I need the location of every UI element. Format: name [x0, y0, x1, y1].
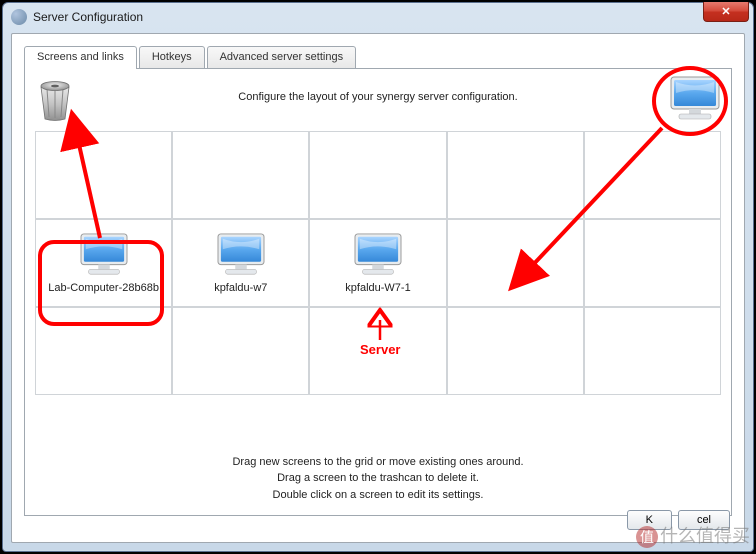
hint-top: Configure the layout of your synergy ser… — [35, 79, 721, 111]
trash-icon[interactable] — [31, 75, 79, 123]
hint-bottom: Drag new screens to the grid or move exi… — [25, 454, 731, 504]
screen-kpfaldu-w7[interactable]: kpfaldu-w7 — [172, 219, 309, 307]
screens-panel: Configure the layout of your synergy ser… — [24, 68, 732, 516]
titlebar[interactable]: Server Configuration ✕ — [3, 3, 753, 30]
grid-cell[interactable] — [447, 307, 584, 395]
monitor-icon — [351, 232, 405, 278]
grid-cell[interactable] — [35, 131, 172, 219]
hint-line: Drag new screens to the grid or move exi… — [25, 454, 731, 471]
grid-cell[interactable] — [35, 307, 172, 395]
close-button[interactable]: ✕ — [703, 2, 749, 22]
window-title: Server Configuration — [33, 10, 749, 24]
hint-line: Double click on a screen to edit its set… — [25, 487, 731, 504]
grid-cell[interactable] — [584, 131, 721, 219]
content-area: Screens and links Hotkeys Advanced serve… — [11, 33, 745, 543]
grid-cell[interactable] — [172, 307, 309, 395]
screen-lab-computer[interactable]: Lab-Computer-28b68b — [35, 219, 172, 307]
window-frame: Server Configuration ✕ Screens and links… — [2, 2, 754, 552]
tab-strip: Screens and links Hotkeys Advanced serve… — [24, 46, 732, 68]
screen-grid[interactable]: Lab-Computer-28b68b kpfaldu-w7 — [35, 131, 721, 395]
grid-cell[interactable] — [309, 307, 446, 395]
tab-screens-and-links[interactable]: Screens and links — [24, 46, 137, 68]
screen-label: kpfaldu-W7-1 — [345, 282, 410, 294]
screen-kpfaldu-w7-1[interactable]: kpfaldu-W7-1 — [309, 219, 446, 307]
screen-label: Lab-Computer-28b68b — [48, 282, 159, 294]
monitor-icon — [77, 232, 131, 278]
grid-cell[interactable] — [447, 219, 584, 307]
grid-cell[interactable] — [172, 131, 309, 219]
grid-cell[interactable] — [584, 219, 721, 307]
screen-label: kpfaldu-w7 — [214, 282, 267, 294]
monitor-icon — [214, 232, 268, 278]
tab-hotkeys[interactable]: Hotkeys — [139, 46, 205, 68]
grid-cell[interactable] — [309, 131, 446, 219]
watermark: 值什么值得买 — [636, 522, 750, 548]
new-screen-icon[interactable] — [667, 75, 723, 123]
close-icon: ✕ — [721, 5, 730, 18]
grid-cell[interactable] — [584, 307, 721, 395]
grid-cell[interactable] — [447, 131, 584, 219]
app-icon — [11, 9, 27, 25]
hint-line: Drag a screen to the trashcan to delete … — [25, 470, 731, 487]
tab-advanced[interactable]: Advanced server settings — [207, 46, 357, 68]
